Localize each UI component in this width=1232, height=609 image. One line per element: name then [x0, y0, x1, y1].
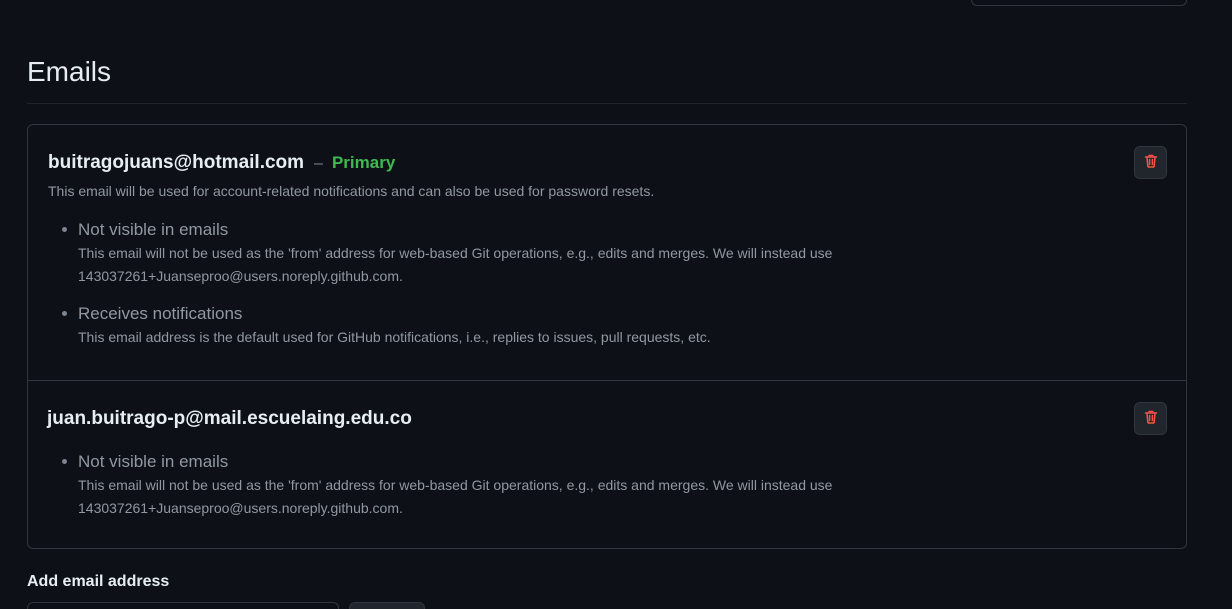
trash-icon [1143, 153, 1159, 172]
trash-icon [1143, 409, 1159, 428]
section-title: Emails [27, 56, 112, 87]
delete-email-button[interactable] [1134, 402, 1167, 435]
property-title: Not visible in emails [78, 452, 229, 471]
add-email-button[interactable] [349, 602, 425, 609]
email-header: juan.buitrago-p@mail.escuelaing.edu.co [47, 408, 412, 430]
email-description: This email will be used for account-rela… [48, 183, 655, 199]
emails-settings-page: Emails buitragojuans@hotmail.com – Prima… [0, 0, 1232, 609]
property-description: This email address is the default used f… [78, 329, 711, 345]
property-description: This email will not be used as the 'from… [78, 477, 833, 516]
email-item-primary: buitragojuans@hotmail.com – Primary This… [28, 125, 1186, 381]
email-address: juan.buitrago-p@mail.escuelaing.edu.co [47, 408, 412, 429]
primary-badge: Primary [331, 153, 396, 172]
separator: – [314, 155, 323, 172]
title-divider [27, 103, 1187, 104]
delete-email-button[interactable] [1134, 146, 1167, 179]
property-not-visible: Not visible in emails This email will no… [62, 450, 978, 520]
property-not-visible: Not visible in emails This email will no… [62, 218, 978, 288]
email-header: buitragojuans@hotmail.com – Primary [48, 152, 395, 174]
email-properties: Not visible in emails This email will no… [62, 450, 978, 534]
email-item-secondary: juan.buitrago-p@mail.escuelaing.edu.co N… [28, 381, 1186, 548]
email-list: buitragojuans@hotmail.com – Primary This… [27, 124, 1187, 549]
property-receives-notifications: Receives notifications This email addres… [62, 302, 978, 349]
add-email-title: Add email address [27, 573, 170, 590]
top-button-fragment[interactable] [971, 0, 1187, 6]
email-address: buitragojuans@hotmail.com [48, 152, 305, 173]
property-title: Not visible in emails [78, 220, 229, 239]
add-email-input[interactable] [27, 602, 339, 609]
email-properties: Not visible in emails This email will no… [62, 218, 978, 363]
property-description: This email will not be used as the 'from… [78, 245, 833, 284]
property-title: Receives notifications [78, 304, 243, 323]
